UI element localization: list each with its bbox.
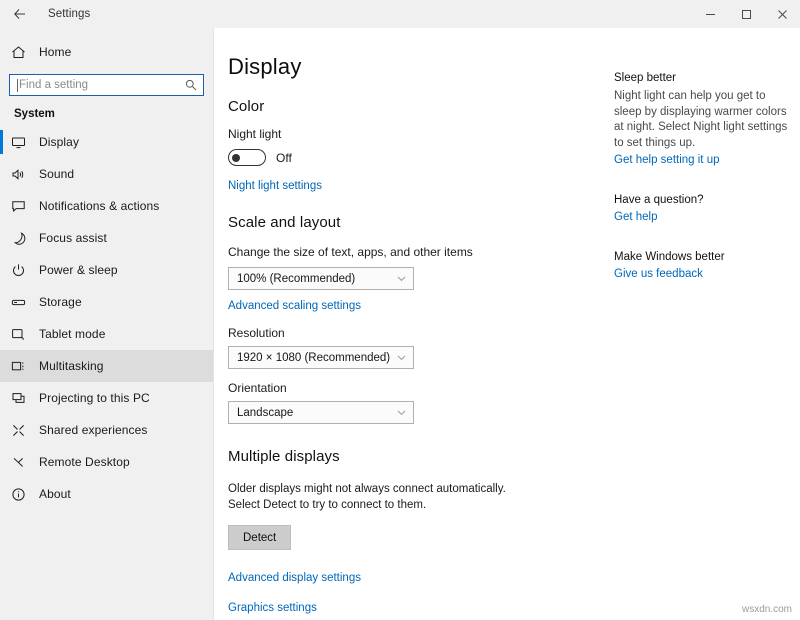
- back-arrow-icon: [14, 9, 25, 19]
- night-light-state: Off: [276, 150, 292, 165]
- help-block-make-windows-better: Make Windows better Give us feedback: [614, 251, 794, 280]
- minimize-button[interactable]: [692, 0, 728, 28]
- sidebar-item-shared-experiences[interactable]: Shared experiences: [0, 414, 213, 446]
- sidebar-item-focus-assist-label: Focus assist: [39, 231, 107, 245]
- notification-icon: [11, 199, 33, 214]
- monitor-icon: [11, 135, 33, 150]
- orientation-dropdown[interactable]: Landscape: [228, 401, 414, 424]
- sidebar-item-tablet-mode[interactable]: Tablet mode: [0, 318, 213, 350]
- sidebar-item-notifications-label: Notifications & actions: [39, 199, 160, 213]
- help-title: Sleep better: [614, 72, 677, 84]
- help-block-have-a-question: Have a question? Get help: [614, 194, 794, 223]
- help-block-sleep-better: Sleep better Night light can help you ge…: [614, 72, 794, 166]
- chevron-down-icon: [396, 352, 407, 363]
- resolution-dropdown[interactable]: 1920 × 1080 (Recommended): [228, 346, 414, 369]
- advanced-display-settings-link[interactable]: Advanced display settings: [228, 572, 800, 584]
- sidebar-item-about[interactable]: About: [0, 478, 213, 510]
- help-body: Night light can help you get to sleep by…: [614, 90, 788, 149]
- resolution-label: Resolution: [228, 326, 285, 340]
- sidebar-item-home-label: Home: [39, 45, 72, 59]
- title-bar: Settings: [0, 0, 800, 28]
- sidebar-item-storage[interactable]: Storage: [0, 286, 213, 318]
- sidebar-item-remote-desktop[interactable]: Remote Desktop: [0, 446, 213, 478]
- sidebar-item-power-sleep[interactable]: Power & sleep: [0, 254, 213, 286]
- help-link-get-help[interactable]: Get help: [614, 211, 794, 223]
- main-content: Display Color Night light Off Night ligh…: [214, 28, 800, 620]
- chevron-down-icon: [396, 407, 407, 418]
- sidebar-item-tablet-mode-label: Tablet mode: [39, 327, 106, 341]
- close-icon: [777, 9, 787, 19]
- toggle-knob: [232, 153, 240, 162]
- minimize-icon: [705, 13, 715, 15]
- scale-dropdown-value: 100% (Recommended): [237, 272, 356, 285]
- sidebar-item-storage-label: Storage: [39, 295, 82, 309]
- help-link-give-us-feedback[interactable]: Give us feedback: [614, 268, 794, 280]
- window-controls: [692, 0, 800, 28]
- remote-desktop-icon: [11, 455, 33, 470]
- detect-button[interactable]: Detect: [228, 525, 292, 550]
- watermark: wsxdn.com: [741, 604, 792, 615]
- power-icon: [11, 263, 33, 278]
- chevron-down-icon: [396, 273, 407, 284]
- speaker-icon: [11, 167, 33, 182]
- settings-window: Settings Home Find a setting System Disp…: [0, 0, 800, 620]
- maximize-icon: [741, 9, 751, 19]
- resolution-dropdown-value: 1920 × 1080 (Recommended): [237, 351, 391, 364]
- help-link-get-help-setting-it-up[interactable]: Get help setting it up: [614, 154, 794, 166]
- info-icon: [11, 487, 33, 502]
- multiple-displays-description: Older displays might not always connect …: [228, 483, 506, 511]
- sidebar-item-focus-assist[interactable]: Focus assist: [0, 222, 213, 254]
- sidebar-section-header: System: [14, 108, 55, 120]
- text-caret: [17, 78, 18, 92]
- orientation-label: Orientation: [228, 381, 287, 395]
- night-light-toggle[interactable]: [228, 149, 266, 166]
- scale-dropdown[interactable]: 100% (Recommended): [228, 267, 414, 290]
- back-button[interactable]: [0, 0, 40, 28]
- close-button[interactable]: [764, 0, 800, 28]
- sidebar-item-sound[interactable]: Sound: [0, 158, 213, 190]
- help-title: Have a question?: [614, 194, 704, 206]
- help-title: Make Windows better: [614, 251, 725, 263]
- sidebar-item-multitasking-label: Multitasking: [39, 359, 104, 373]
- home-icon: [11, 45, 33, 60]
- search-input[interactable]: Find a setting: [9, 74, 204, 96]
- maximize-button[interactable]: [728, 0, 764, 28]
- sidebar-item-projecting-label: Projecting to this PC: [39, 391, 150, 405]
- sidebar-item-display[interactable]: Display: [0, 126, 213, 158]
- search-icon[interactable]: [185, 79, 197, 91]
- sidebar-item-home[interactable]: Home: [0, 36, 213, 68]
- sidebar-item-shared-experiences-label: Shared experiences: [39, 423, 148, 437]
- orientation-dropdown-value: Landscape: [237, 406, 294, 419]
- sidebar-item-notifications[interactable]: Notifications & actions: [0, 190, 213, 222]
- shared-experiences-icon: [11, 423, 33, 438]
- storage-icon: [11, 295, 33, 310]
- sidebar-item-sound-label: Sound: [39, 167, 75, 181]
- search-container: Find a setting: [0, 68, 213, 100]
- window-title: Settings: [48, 8, 91, 20]
- sidebar-item-multitasking[interactable]: Multitasking: [0, 350, 213, 382]
- help-pane: Sleep better Night light can help you ge…: [614, 72, 794, 308]
- sidebar-item-display-label: Display: [39, 135, 80, 149]
- projecting-icon: [11, 391, 33, 406]
- search-placeholder: Find a setting: [19, 79, 89, 91]
- moon-icon: [11, 231, 33, 246]
- sidebar-item-projecting[interactable]: Projecting to this PC: [0, 382, 213, 414]
- sidebar-item-power-sleep-label: Power & sleep: [39, 263, 118, 277]
- multitasking-icon: [11, 359, 33, 374]
- multiple-displays-heading: Multiple displays: [228, 448, 340, 465]
- sidebar-item-remote-desktop-label: Remote Desktop: [39, 455, 130, 469]
- sidebar-item-about-label: About: [39, 487, 71, 501]
- sidebar: Home Find a setting System Display Sound…: [0, 28, 214, 620]
- graphics-settings-link[interactable]: Graphics settings: [228, 602, 800, 614]
- tablet-icon: [11, 327, 33, 342]
